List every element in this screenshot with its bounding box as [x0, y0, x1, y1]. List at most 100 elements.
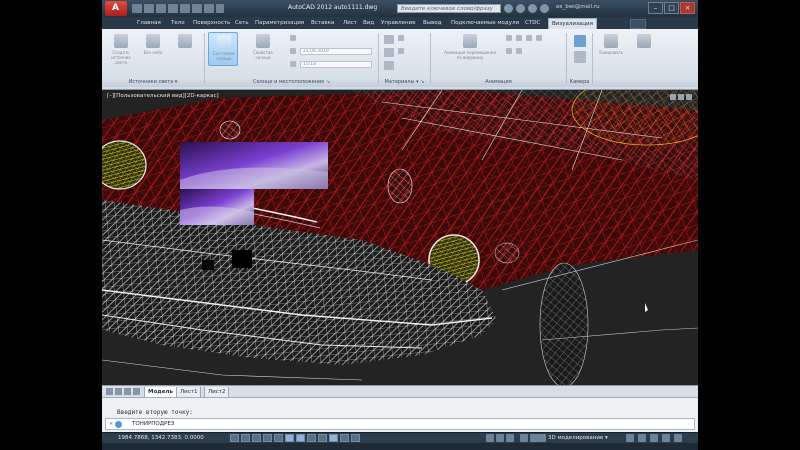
tab-mesh[interactable]: Сеть [232, 18, 252, 29]
render-region-button[interactable] [630, 32, 658, 66]
save-icon[interactable] [156, 4, 166, 13]
zoom-icon[interactable] [530, 434, 538, 442]
maximize-button[interactable]: □ [664, 2, 679, 14]
osnap-toggle[interactable] [285, 434, 294, 442]
record-icon[interactable] [526, 35, 532, 41]
tab-view[interactable]: Вид [360, 18, 377, 29]
camera-display-icon[interactable] [574, 51, 586, 63]
tab-manage[interactable]: Управление [378, 18, 419, 29]
panel-title-materials[interactable]: Материалы ▾ ↘ [379, 78, 430, 87]
3d-osnap-toggle[interactable] [296, 434, 305, 442]
first-layout-icon[interactable] [106, 388, 113, 395]
command-search-icon[interactable] [115, 421, 122, 428]
quick-view-drawings-icon[interactable] [506, 434, 514, 442]
materials-browser-icon[interactable] [384, 35, 394, 44]
ortho-toggle[interactable] [263, 434, 272, 442]
subscription-icon[interactable] [516, 4, 525, 13]
tab-home[interactable]: Главная [134, 18, 164, 29]
create-light-button[interactable]: Создать источник света [106, 32, 136, 66]
workspace-switcher[interactable]: 3D моделирование ▾ [548, 434, 608, 443]
time-slider[interactable]: 15:18 [300, 61, 372, 68]
save-animation-icon[interactable] [536, 35, 542, 41]
materials-on-off-icon[interactable] [384, 48, 394, 57]
transparency-toggle[interactable] [351, 434, 360, 442]
time-icon[interactable] [290, 61, 296, 67]
layout-tabs-bar: Модель Лист1 Лист2 [102, 385, 698, 398]
no-sky-options-button[interactable] [170, 32, 200, 66]
viewport-label[interactable]: [–][Пользовательский вид][2D-каркас] [107, 93, 219, 99]
app-menu-button[interactable]: A [105, 1, 127, 16]
panel-title-sun[interactable]: Солнце и местоположение ↘ [205, 78, 378, 87]
command-input-row[interactable]: × ТОНИРПОДРЕЗ [105, 418, 695, 430]
grid-toggle[interactable] [252, 434, 261, 442]
tab-solid[interactable]: Тело [168, 18, 188, 29]
play-icon[interactable] [506, 35, 512, 41]
fly-icon[interactable] [516, 48, 522, 54]
pause-icon[interactable] [516, 35, 522, 41]
minimize-button[interactable]: – [648, 2, 663, 14]
polar-toggle[interactable] [274, 434, 283, 442]
lineweight-toggle[interactable] [340, 434, 349, 442]
material-mapping-icon[interactable] [398, 48, 404, 54]
quick-access-dropdown-icon[interactable] [216, 4, 224, 13]
help-search-input[interactable]: Введите ключевое слово/фразу [397, 4, 501, 13]
render-settings-button[interactable]: Тонировать [596, 32, 626, 66]
tab-ctdc[interactable]: CTDC [522, 18, 543, 29]
date-slider[interactable]: 21.08.2010 [300, 48, 372, 55]
favorites-icon[interactable] [540, 4, 549, 13]
quick-view-layouts-icon[interactable] [496, 434, 504, 442]
tab-insert[interactable]: Вставка [308, 18, 337, 29]
redo-icon[interactable] [204, 4, 214, 13]
save-as-icon[interactable] [168, 4, 178, 13]
viewport-maximize-button[interactable] [678, 94, 684, 100]
clean-screen-icon[interactable] [674, 434, 682, 442]
search-icon[interactable] [504, 4, 513, 13]
dyn-toggle[interactable] [329, 434, 338, 442]
workspace-gear-icon[interactable] [538, 434, 546, 442]
coordinates-readout[interactable]: 1984.7868, 1342.7383, 0.0000 [118, 434, 204, 443]
model-space-icon[interactable] [486, 434, 494, 442]
user-account-label[interactable]: ex_bwi@mail.ru [556, 4, 600, 10]
tab-parametric[interactable]: Параметризация [252, 18, 307, 29]
sun-properties-button[interactable]: Свойства солнца [248, 32, 278, 66]
command-input[interactable]: ТОНИРПОДРЕЗ [132, 420, 174, 429]
location-icon[interactable] [290, 35, 296, 41]
viewport-minimize-button[interactable] [670, 94, 676, 100]
communication-center-icon[interactable] [528, 4, 537, 13]
walk-icon[interactable] [506, 48, 512, 54]
viewport-close-button[interactable] [686, 94, 692, 100]
tab-plugins[interactable]: Подключаемые модули [448, 18, 522, 29]
prev-layout-icon[interactable] [115, 388, 122, 395]
tab-layout[interactable]: Лист [340, 18, 360, 29]
panel-title-lights[interactable]: Источники света ▾ [102, 78, 204, 87]
otrack-toggle[interactable] [307, 434, 316, 442]
drawing-viewport[interactable]: [–][Пользовательский вид][2D-каркас] [102, 90, 698, 385]
tab-surface[interactable]: Поверхность [190, 18, 233, 29]
next-layout-icon[interactable] [124, 388, 131, 395]
snap-toggle[interactable] [241, 434, 250, 442]
sun-status-button[interactable]: Состояние солнца [208, 32, 238, 66]
hardware-acceleration-icon[interactable] [638, 434, 646, 442]
infer-constraints-toggle[interactable] [230, 434, 239, 442]
tab-output[interactable]: Вывод [420, 18, 445, 29]
camera-icon[interactable] [574, 35, 586, 47]
status-menu-icon[interactable] [662, 434, 670, 442]
no-sky-button[interactable]: Без неба [138, 32, 168, 66]
date-icon[interactable] [290, 48, 296, 54]
animation-walk-button[interactable]: Анимация перемещения по видовому [442, 32, 498, 66]
command-close-icon[interactable]: × [109, 420, 113, 429]
open-icon[interactable] [144, 4, 154, 13]
plot-icon[interactable] [180, 4, 190, 13]
pan-icon[interactable] [520, 434, 528, 442]
undo-icon[interactable] [192, 4, 202, 13]
ducs-toggle[interactable] [318, 434, 327, 442]
isolate-objects-icon[interactable] [650, 434, 658, 442]
ribbon-minimize-toggle[interactable] [630, 19, 646, 29]
texture-icon[interactable] [384, 61, 394, 70]
status-bar: 1984.7868, 1342.7383, 0.0000 3D моделиро… [102, 432, 698, 443]
material-attach-icon[interactable] [398, 35, 404, 41]
close-button[interactable]: × [680, 2, 695, 14]
last-layout-icon[interactable] [133, 388, 140, 395]
new-icon[interactable] [132, 4, 142, 13]
lock-icon[interactable] [626, 434, 634, 442]
